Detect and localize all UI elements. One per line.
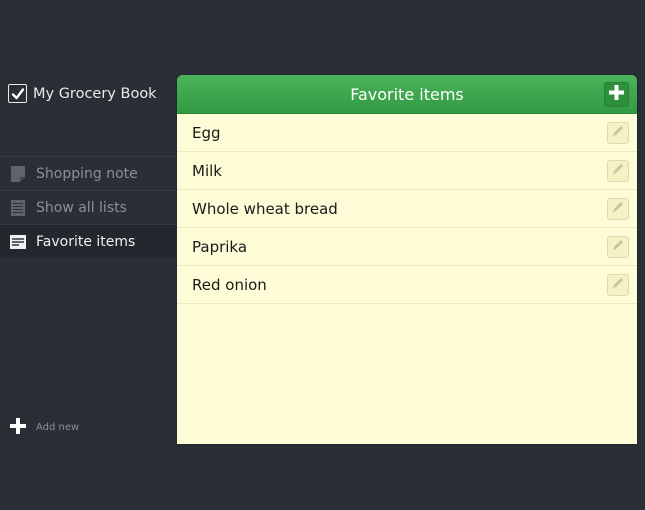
list-icon — [10, 199, 26, 216]
favorites-panel: Favorite items Egg Milk Whole wheat brea… — [177, 75, 637, 444]
add-new-label: Add new — [36, 422, 80, 433]
item-name: Red onion — [192, 275, 267, 294]
app-window: My Grocery Book Shopping note Show all l… — [0, 0, 645, 510]
add-new-button[interactable]: Add new — [10, 418, 79, 437]
sidebar-nav: Shopping note Show all lists Favorite it… — [0, 156, 176, 258]
sidebar-item-label: Show all lists — [36, 199, 127, 216]
pencil-icon — [611, 200, 625, 218]
list-item[interactable]: Red onion — [177, 266, 637, 304]
list-item[interactable]: Paprika — [177, 228, 637, 266]
pencil-icon — [611, 162, 625, 180]
note-icon — [10, 165, 26, 182]
panel-header: Favorite items — [177, 75, 637, 114]
panel-title: Favorite items — [350, 84, 464, 104]
add-item-button[interactable] — [604, 82, 629, 107]
sidebar-item-label: Favorite items — [36, 233, 136, 250]
pencil-icon — [611, 238, 625, 256]
list-item[interactable]: Egg — [177, 114, 637, 152]
sidebar-item-label: Shopping note — [36, 165, 138, 182]
favorites-icon — [10, 234, 26, 250]
sidebar-item-show-all-lists[interactable]: Show all lists — [0, 190, 176, 224]
list-item[interactable]: Milk — [177, 152, 637, 190]
edit-button[interactable] — [607, 273, 629, 296]
checkmark-icon — [8, 84, 27, 103]
edit-button[interactable] — [607, 159, 629, 182]
item-name: Whole wheat bread — [192, 199, 338, 218]
sidebar-item-favorite-items[interactable]: Favorite items — [0, 224, 176, 258]
item-name: Milk — [192, 161, 222, 180]
list-item[interactable]: Whole wheat bread — [177, 190, 637, 228]
sidebar-item-shopping-note[interactable]: Shopping note — [0, 156, 176, 190]
item-name: Egg — [192, 123, 221, 142]
app-brand[interactable]: My Grocery Book — [8, 84, 157, 103]
edit-button[interactable] — [607, 235, 629, 258]
app-title: My Grocery Book — [33, 85, 157, 102]
edit-button[interactable] — [607, 121, 629, 144]
edit-button[interactable] — [607, 197, 629, 220]
plus-icon — [609, 85, 624, 104]
pencil-icon — [611, 124, 625, 142]
pencil-icon — [611, 276, 625, 294]
plus-icon — [10, 418, 26, 437]
item-name: Paprika — [192, 237, 248, 256]
